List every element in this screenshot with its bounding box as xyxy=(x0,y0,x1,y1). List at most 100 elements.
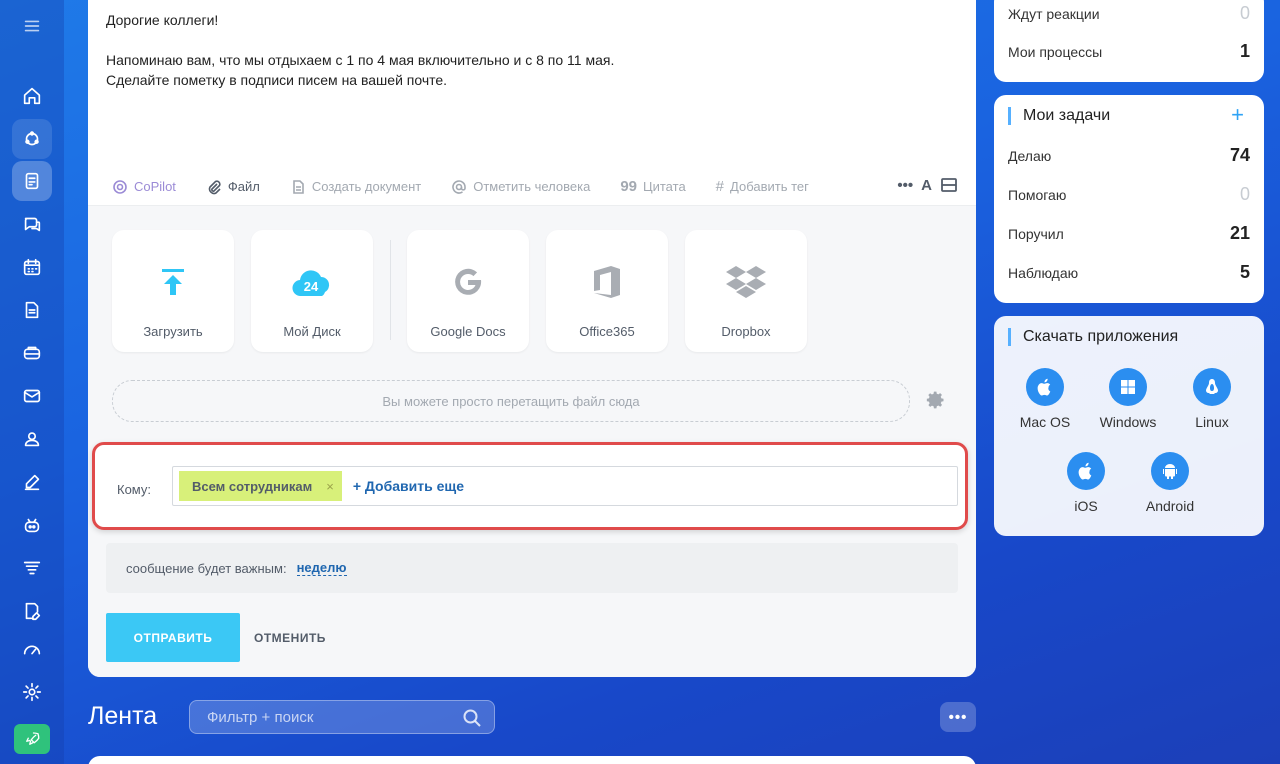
create-document-button[interactable]: Создать документ xyxy=(290,179,421,195)
search-placeholder: Фильтр + поиск xyxy=(207,708,314,726)
tasks-panel: Мои задачи + Делаю 74 Помогаю 0 Поручил … xyxy=(994,95,1264,303)
dropbox-tile[interactable]: Dropbox xyxy=(685,230,807,352)
copilot-button[interactable]: CoPilot xyxy=(112,179,176,195)
apps-title: Скачать приложения xyxy=(1008,328,1178,346)
message-editor[interactable]: Дорогие коллеги! Напоминаю вам, что мы о… xyxy=(106,10,614,90)
chat-icon[interactable] xyxy=(12,204,52,244)
calendar-icon[interactable] xyxy=(12,247,52,287)
sign-icon[interactable] xyxy=(12,462,52,502)
cancel-button[interactable]: ОТМЕНИТЬ xyxy=(254,631,326,645)
row-count: 74 xyxy=(1229,145,1250,165)
tile-label: Загрузить xyxy=(143,324,203,339)
tasks-row-assigned[interactable]: Поручил 21 xyxy=(1008,223,1250,244)
row-label: Делаю xyxy=(1008,147,1052,164)
gear-icon[interactable] xyxy=(926,390,946,410)
app-name: Windows xyxy=(1099,414,1157,430)
quote-button[interactable]: 99 Цитата xyxy=(620,178,685,195)
row-count: 0 xyxy=(1239,184,1250,204)
editor-toolbar: CoPilot Файл Создать документ Отметить ч… xyxy=(88,168,976,206)
copilot-icon xyxy=(113,179,127,194)
app-android[interactable]: Android xyxy=(1130,452,1210,514)
analytics-icon[interactable] xyxy=(12,630,52,670)
row-count: 1 xyxy=(1239,41,1250,61)
send-button[interactable]: ОТПРАВИТЬ xyxy=(106,613,240,662)
app-ios[interactable]: iOS xyxy=(1046,452,1126,514)
feed-post-card xyxy=(88,756,976,764)
my-drive-tile[interactable]: 24 Мой Диск xyxy=(251,230,373,352)
recipients-section: Кому: Всем сотрудникам × + Добавить еще xyxy=(92,442,968,530)
copilot-label: CoPilot xyxy=(134,179,176,194)
row-label: Поручил xyxy=(1008,225,1064,242)
more-options-button[interactable]: ••• xyxy=(897,177,913,194)
crm-icon[interactable] xyxy=(12,333,52,373)
message-line: Дорогие коллеги! xyxy=(106,12,219,28)
row-count: 0 xyxy=(1239,3,1250,23)
important-message-row: сообщение будет важным: неделю xyxy=(106,543,958,593)
feed-search-input[interactable]: Фильтр + поиск xyxy=(189,700,495,734)
at-icon xyxy=(452,179,467,194)
windows-icon xyxy=(1121,380,1135,394)
settings-icon[interactable] xyxy=(12,672,52,712)
font-format-button[interactable]: A xyxy=(921,177,932,194)
google-icon xyxy=(455,268,482,295)
menu-icon[interactable] xyxy=(12,6,52,46)
post-composer: Дорогие коллеги! Напоминаю вам, что мы о… xyxy=(88,0,976,677)
panel-toggle-icon[interactable] xyxy=(940,176,958,194)
left-sidebar xyxy=(0,0,64,764)
recipient-chip[interactable]: Всем сотрудникам × xyxy=(179,471,342,501)
home-icon[interactable] xyxy=(12,76,52,116)
download-apps-panel: Скачать приложения Mac OS Windows Linux … xyxy=(994,316,1264,536)
add-recipient-link[interactable]: + Добавить еще xyxy=(353,478,464,494)
quote-icon: 99 xyxy=(620,178,637,195)
file-dropzone[interactable]: Вы можете просто перетащить файл сюда xyxy=(112,380,910,422)
funnel-icon[interactable] xyxy=(12,548,52,588)
processes-row-mine[interactable]: Мои процессы 1 xyxy=(1008,41,1250,62)
android-icon xyxy=(1163,464,1177,479)
recipients-field[interactable]: Всем сотрудникам × + Добавить еще xyxy=(172,466,958,506)
add-tag-label: Добавить тег xyxy=(730,179,809,194)
app-windows[interactable]: Windows xyxy=(1088,368,1168,430)
office-icon xyxy=(594,266,620,298)
tasks-row-doing[interactable]: Делаю 74 xyxy=(1008,145,1250,166)
app-name: Android xyxy=(1145,498,1195,514)
mail-icon[interactable] xyxy=(12,376,52,416)
document-icon[interactable] xyxy=(12,290,52,330)
processes-panel: Ждут реакции 0 Мои процессы 1 xyxy=(994,0,1264,82)
processes-row-waiting[interactable]: Ждут реакции 0 xyxy=(1008,3,1250,24)
app-name: iOS xyxy=(1074,498,1098,514)
feed-more-button[interactable]: ••• xyxy=(940,702,976,732)
file-label: Файл xyxy=(227,179,260,194)
create-document-label: Создать документ xyxy=(311,179,422,194)
file-button[interactable]: Файл xyxy=(206,179,260,195)
app-name: Linux xyxy=(1195,414,1229,430)
bot-icon[interactable] xyxy=(12,505,52,545)
app-linux[interactable]: Linux xyxy=(1172,368,1252,430)
office365-tile[interactable]: Office365 xyxy=(546,230,668,352)
remove-recipient-icon[interactable]: × xyxy=(326,479,334,494)
recipients-label: Кому: xyxy=(117,482,151,497)
add-tag-button[interactable]: # Добавить тег xyxy=(716,178,809,195)
important-period-link[interactable]: неделю xyxy=(296,560,347,576)
tasks-row-helping[interactable]: Помогаю 0 xyxy=(1008,184,1250,205)
apple-icon xyxy=(1078,462,1092,480)
tasks-row-watching[interactable]: Наблюдаю 5 xyxy=(1008,262,1250,283)
app-name: Mac OS xyxy=(1019,414,1071,430)
hash-icon: # xyxy=(715,178,725,195)
app-macos[interactable]: Mac OS xyxy=(1005,368,1085,430)
mention-button[interactable]: Отметить человека xyxy=(451,179,590,195)
row-label: Наблюдаю xyxy=(1008,264,1079,281)
rocket-icon[interactable] xyxy=(14,724,50,754)
feed-nav-icon[interactable] xyxy=(12,161,52,201)
upload-icon xyxy=(162,269,184,295)
tile-label: Office365 xyxy=(579,324,635,339)
row-label: Помогаю xyxy=(1008,186,1067,203)
employees-icon[interactable] xyxy=(12,419,52,459)
upload-tile[interactable]: Загрузить xyxy=(112,230,234,352)
message-line: Сделайте пометку в подписи писем на ваше… xyxy=(106,72,448,88)
copilot-nav-icon[interactable] xyxy=(12,119,52,159)
divider xyxy=(390,240,391,340)
google-docs-tile[interactable]: Google Docs xyxy=(407,230,529,352)
message-line: Напоминаю вам, что мы отдыхаем с 1 по 4 … xyxy=(106,52,615,68)
add-task-button[interactable]: + xyxy=(1231,104,1244,126)
edit-document-icon[interactable] xyxy=(12,591,52,631)
